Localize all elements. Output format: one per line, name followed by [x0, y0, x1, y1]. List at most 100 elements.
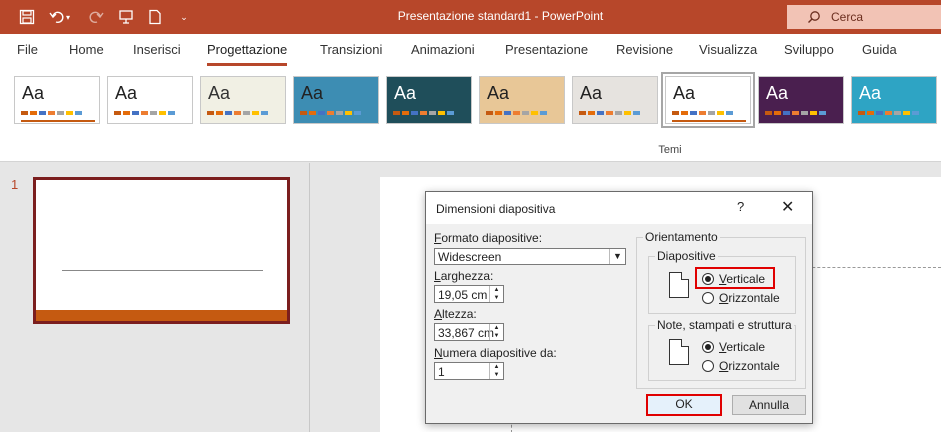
slide-size-dialog: Dimensioni diapositiva ? ✕ Formato diapo… [425, 191, 813, 424]
tab-guida[interactable]: Guida [862, 42, 897, 57]
ribbon-design: Aa Aa Aa Aa Aa Aa Aa Aa Aa Aa Temi [0, 66, 941, 162]
tab-inserisci[interactable]: Inserisci [133, 42, 181, 57]
ribbon-tabs: File Home Inserisci Progettazione Transi… [0, 34, 941, 66]
tab-revisione[interactable]: Revisione [616, 42, 673, 57]
window-title: Presentazione standard1 - PowerPoint [397, 9, 604, 23]
theme-label: Aa [673, 83, 696, 103]
number-from-stepper[interactable]: 1 ▲ ▼ [434, 362, 504, 380]
notes-group-label: Note, stampati e struttura [655, 318, 794, 332]
theme-accent-bar [672, 120, 746, 122]
theme-accent-bar [207, 120, 281, 122]
theme-swatches [207, 111, 268, 115]
width-label: Larghezza: [434, 269, 494, 283]
theme-swatches [21, 111, 82, 115]
radio-selected-icon[interactable] [702, 341, 714, 353]
theme-accent-bar [21, 120, 95, 122]
themes-group-label: Temi [658, 144, 682, 156]
slide-thumbnail[interactable] [33, 177, 290, 324]
width-value: 19,05 cm [438, 288, 488, 302]
spin-down-icon[interactable]: ▼ [490, 294, 503, 302]
thumb-footer-band [36, 310, 287, 321]
help-button[interactable]: ? [737, 199, 744, 214]
tab-presentazione[interactable]: Presentazione [505, 42, 588, 57]
search-icon [808, 11, 820, 23]
format-select[interactable]: Widescreen ▼ [434, 248, 626, 265]
theme-thumbnail[interactable]: Aa [479, 76, 565, 124]
search-box[interactable]: Cerca [787, 5, 941, 29]
tab-animazioni[interactable]: Animazioni [411, 42, 475, 57]
theme-label: Aa [22, 83, 45, 103]
number-from-value: 1 [438, 365, 445, 379]
theme-thumbnail[interactable]: Aa [851, 76, 937, 124]
theme-label: Aa [301, 83, 324, 103]
theme-accent-bar [393, 120, 467, 122]
page-portrait-icon [669, 272, 689, 298]
slides-group-label: Diapositive [655, 249, 718, 263]
theme-swatches [672, 111, 733, 115]
height-stepper[interactable]: 33,867 cm ▲ ▼ [434, 323, 504, 341]
theme-swatches [765, 111, 826, 115]
spin-down-icon[interactable]: ▼ [490, 371, 503, 379]
notes-vertical-radio[interactable]: Verticale [702, 340, 765, 354]
theme-accent-bar [858, 120, 932, 122]
ok-button[interactable]: OK [646, 394, 722, 416]
notes-horizontal-radio[interactable]: Orizzontale [702, 359, 780, 373]
theme-swatches [300, 111, 361, 115]
tab-visualizza[interactable]: Visualizza [699, 42, 757, 57]
tab-home[interactable]: Home [69, 42, 104, 57]
theme-accent-bar [579, 120, 653, 122]
title-bar: ▾ ⌄ Presentazione standard1 - PowerPoint… [0, 0, 941, 34]
spin-down-icon[interactable]: ▼ [490, 332, 503, 340]
dialog-title-bar: Dimensioni diapositiva ? ✕ [426, 192, 812, 224]
theme-thumbnail[interactable]: Aa [293, 76, 379, 124]
width-stepper[interactable]: 19,05 cm ▲ ▼ [434, 285, 504, 303]
theme-label: Aa [487, 83, 510, 103]
highlight-box [695, 267, 775, 289]
radio-icon[interactable] [702, 360, 714, 372]
theme-label: Aa [208, 83, 231, 103]
theme-thumbnail[interactable]: Aa [758, 76, 844, 124]
theme-swatches [114, 111, 175, 115]
page-portrait-icon [669, 339, 689, 365]
slide-number: 1 [11, 177, 19, 192]
theme-thumbnail[interactable]: Aa [107, 76, 193, 124]
chevron-down-icon[interactable]: ▼ [609, 249, 625, 264]
theme-thumbnail[interactable]: Aa [14, 76, 100, 124]
format-value: Widescreen [438, 250, 502, 264]
close-icon[interactable]: ✕ [781, 197, 794, 217]
theme-swatches [393, 111, 454, 115]
spin-up-icon[interactable]: ▲ [490, 286, 503, 294]
theme-label: Aa [580, 83, 603, 103]
slide-thumbnails-panel: 1 [0, 163, 310, 432]
format-label: Formato diapositive: [434, 231, 543, 245]
tab-sviluppo[interactable]: Sviluppo [784, 42, 834, 57]
number-from-label: Numera diapositive da: [434, 346, 557, 360]
notes-vertical-label: Verticale [719, 340, 766, 354]
theme-label: Aa [394, 83, 417, 103]
slides-horizontal-radio[interactable]: Orizzontale [702, 291, 780, 305]
tab-file[interactable]: File [17, 42, 38, 57]
search-placeholder: Cerca [831, 10, 864, 24]
theme-label: Aa [766, 83, 789, 103]
theme-label: Aa [115, 83, 138, 103]
theme-accent-bar [486, 120, 560, 122]
theme-label: Aa [859, 83, 882, 103]
theme-swatches [486, 111, 547, 115]
theme-swatches [579, 111, 640, 115]
theme-accent-bar [300, 120, 374, 122]
spin-up-icon[interactable]: ▲ [490, 324, 503, 332]
radio-icon[interactable] [702, 292, 714, 304]
tab-progettazione[interactable]: Progettazione [207, 42, 288, 66]
orientation-label: Orientamento [643, 230, 720, 244]
spin-up-icon[interactable]: ▲ [490, 363, 503, 371]
height-value: 33,867 cm [438, 326, 495, 340]
cancel-button[interactable]: Annulla [732, 395, 806, 415]
theme-thumbnail[interactable]: Aa [661, 72, 755, 128]
notes-horizontal-label: Orizzontale [719, 359, 780, 373]
tab-transizioni[interactable]: Transizioni [320, 42, 382, 57]
theme-thumbnail[interactable]: Aa [200, 76, 286, 124]
slides-horizontal-label: Orizzontale [719, 291, 780, 305]
theme-thumbnail[interactable]: Aa [386, 76, 472, 124]
theme-thumbnail[interactable]: Aa [572, 76, 658, 124]
height-label: Altezza: [434, 307, 477, 321]
